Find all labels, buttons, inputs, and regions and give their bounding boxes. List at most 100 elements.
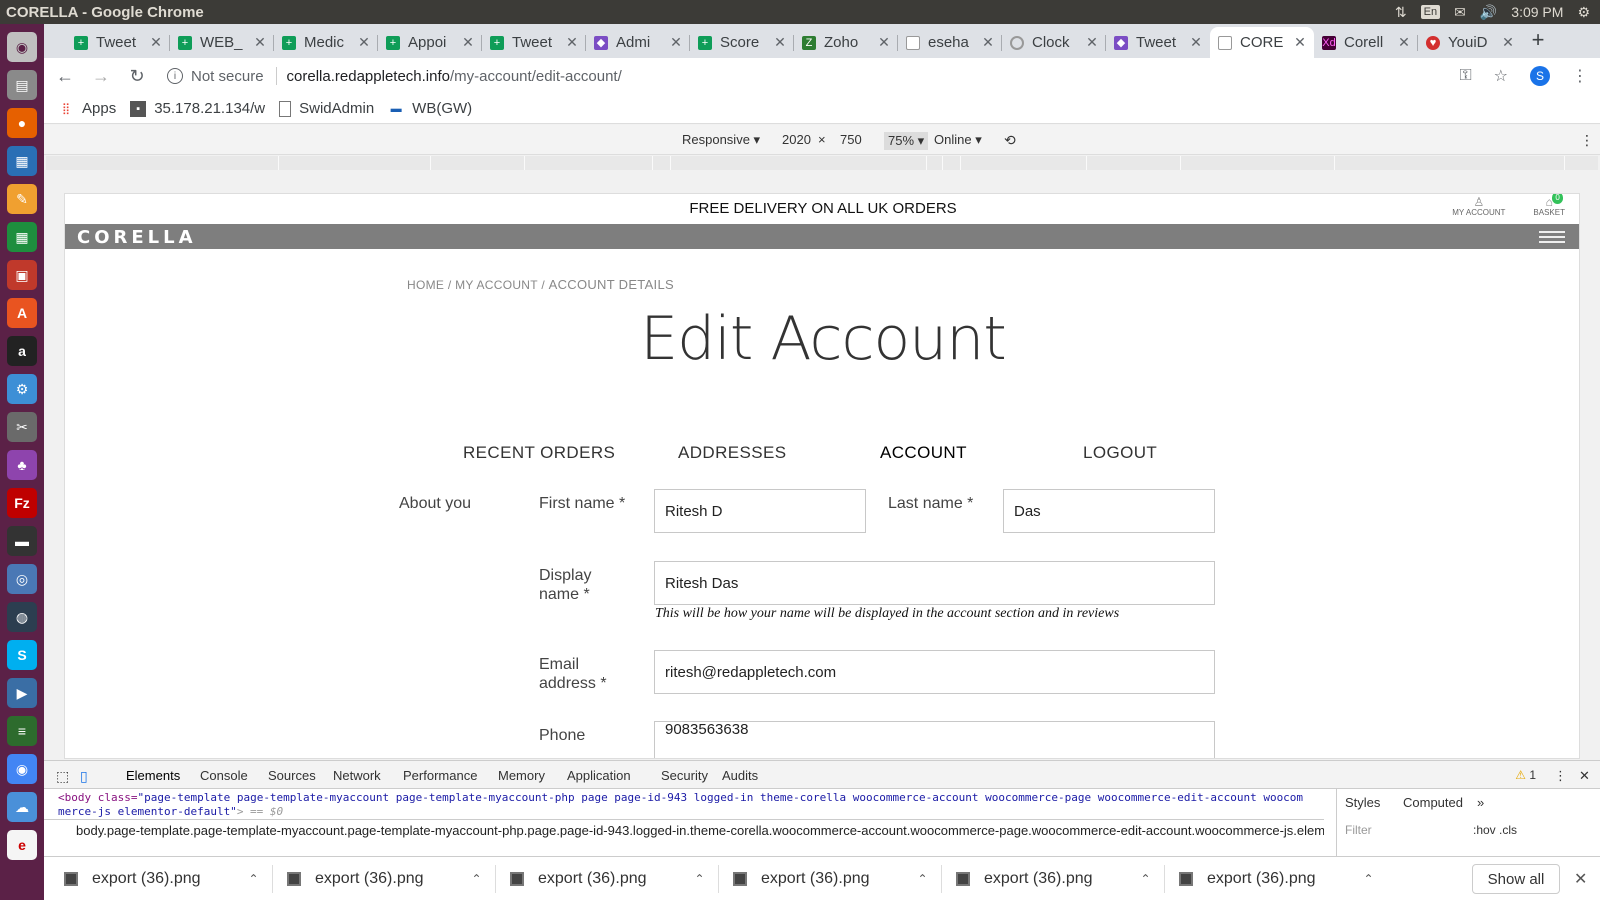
basket-link[interactable]: ⌂ 0 BASKET bbox=[1533, 194, 1565, 217]
zoom-select[interactable]: 75% ▾ bbox=[884, 132, 929, 150]
media-player-icon[interactable]: ▶ bbox=[7, 678, 37, 708]
devtools-close-icon[interactable]: ✕ bbox=[1579, 768, 1590, 784]
device-menu-kebab-icon[interactable]: ⋮ bbox=[1580, 132, 1594, 149]
browser-tab[interactable]: + Score ✕ bbox=[690, 27, 794, 58]
browser-tab[interactable]: ◆ Admi ✕ bbox=[586, 27, 690, 58]
messenger-icon[interactable]: ☁ bbox=[7, 792, 37, 822]
close-tab-icon[interactable]: ✕ bbox=[876, 34, 892, 51]
chevron-up-icon[interactable]: ⌃ bbox=[249, 872, 259, 886]
download-item[interactable]: export (36).png ⌃ bbox=[733, 857, 942, 900]
system-settings-icon[interactable]: ⚙ bbox=[7, 374, 37, 404]
device-toggle-icon[interactable]: ▯ bbox=[80, 768, 88, 785]
browser-tab[interactable]: + Tweet ✕ bbox=[66, 27, 170, 58]
chevron-up-icon[interactable]: ⌃ bbox=[695, 872, 705, 886]
close-tab-icon[interactable]: ✕ bbox=[148, 34, 164, 51]
hamburger-menu-icon[interactable] bbox=[1539, 231, 1565, 243]
tools-icon[interactable]: ✂ bbox=[7, 412, 37, 442]
corella-logo[interactable]: CORELLA bbox=[77, 227, 197, 248]
browser-tab[interactable]: + Appoi ✕ bbox=[378, 27, 482, 58]
screenshot-icon[interactable]: ◎ bbox=[7, 564, 37, 594]
bookmark-wbgw[interactable]: ▬ WB(GW) bbox=[388, 100, 472, 117]
info-icon[interactable]: i bbox=[167, 68, 183, 84]
skype-icon[interactable]: S bbox=[7, 640, 37, 670]
disc-icon[interactable]: ◍ bbox=[7, 602, 37, 632]
software-center-icon[interactable]: A bbox=[7, 298, 37, 328]
bookmark-swidadmin[interactable]: SwidAdmin bbox=[279, 100, 374, 117]
chrome-icon[interactable]: ◉ bbox=[7, 754, 37, 784]
browser-tab-active[interactable]: CORE ✕ bbox=[1210, 27, 1314, 58]
browser-tab[interactable]: ◆ Tweet ✕ bbox=[1106, 27, 1210, 58]
bookmark-ip[interactable]: ▪ 35.178.21.134/w bbox=[130, 100, 265, 117]
text-editor-icon[interactable]: ✎ bbox=[7, 184, 37, 214]
firefox-icon[interactable]: ● bbox=[7, 108, 37, 138]
dash-icon[interactable]: ◉ bbox=[7, 32, 37, 62]
viewport-height-input[interactable]: 750 bbox=[840, 132, 862, 147]
styles-tab[interactable]: Styles bbox=[1345, 795, 1380, 810]
account-nav-recent-orders[interactable]: RECENT ORDERS bbox=[463, 443, 615, 463]
account-nav-addresses[interactable]: ADDRESSES bbox=[678, 443, 786, 463]
menu-kebab-icon[interactable]: ⋮ bbox=[1572, 66, 1588, 86]
media-query-ruler[interactable] bbox=[46, 156, 1598, 170]
download-item[interactable]: export (36).png ⌃ bbox=[1179, 857, 1374, 900]
close-tab-icon[interactable]: ✕ bbox=[1396, 34, 1412, 51]
video-editor-icon[interactable]: ▬ bbox=[7, 526, 37, 556]
notes-icon[interactable]: ≡ bbox=[7, 716, 37, 746]
computed-tab[interactable]: Computed bbox=[1403, 795, 1463, 810]
close-tab-icon[interactable]: ✕ bbox=[1500, 34, 1516, 51]
account-nav-logout[interactable]: LOGOUT bbox=[1083, 443, 1157, 463]
breadcrumb-home[interactable]: HOME bbox=[407, 278, 444, 292]
close-tab-icon[interactable]: ✕ bbox=[1292, 34, 1308, 51]
rotate-icon[interactable]: ⟲ bbox=[1004, 132, 1016, 149]
chevron-up-icon[interactable]: ⌃ bbox=[918, 872, 928, 886]
dom-breadcrumb[interactable]: body.page-template.page-template-myaccou… bbox=[44, 819, 1324, 843]
download-item[interactable]: export (36).png ⌃ bbox=[64, 857, 273, 900]
browser-tab[interactable]: Xd Corell ✕ bbox=[1314, 27, 1418, 58]
last-name-input[interactable]: Das bbox=[1003, 489, 1215, 533]
device-mode-select[interactable]: Responsive ▾ bbox=[682, 132, 760, 148]
download-item[interactable]: export (36).png ⌃ bbox=[956, 857, 1165, 900]
forward-arrow-icon[interactable]: → bbox=[86, 66, 116, 87]
styles-filter-input[interactable]: Filter bbox=[1345, 823, 1372, 837]
browser-tab[interactable]: + Medic ✕ bbox=[274, 27, 378, 58]
devtools-tab-application[interactable]: Application bbox=[567, 768, 631, 783]
keyboard-language-indicator[interactable]: En bbox=[1420, 5, 1441, 19]
browser-tab[interactable]: eseha ✕ bbox=[898, 27, 1002, 58]
close-tab-icon[interactable]: ✕ bbox=[564, 34, 580, 51]
close-downloads-icon[interactable]: ✕ bbox=[1574, 869, 1587, 889]
devtools-tab-security[interactable]: Security bbox=[661, 768, 708, 783]
breadcrumb-my-account[interactable]: MY ACCOUNT bbox=[455, 278, 538, 292]
account-nav-account[interactable]: ACCOUNT bbox=[880, 443, 967, 463]
devtools-tab-performance[interactable]: Performance bbox=[403, 768, 477, 783]
devtools-menu-kebab-icon[interactable]: ⋮ bbox=[1554, 768, 1567, 784]
close-tab-icon[interactable]: ✕ bbox=[356, 34, 372, 51]
close-tab-icon[interactable]: ✕ bbox=[668, 34, 684, 51]
reload-icon[interactable]: ↻ bbox=[122, 66, 152, 87]
filezilla-icon[interactable]: Fz bbox=[7, 488, 37, 518]
address-bar[interactable]: i Not secure corella.redappletech.info/m… bbox=[159, 61, 1539, 91]
browser-tab[interactable]: + WEB_ ✕ bbox=[170, 27, 274, 58]
email-input[interactable]: ritesh@redappletech.com bbox=[654, 650, 1215, 694]
devtools-tab-sources[interactable]: Sources bbox=[268, 768, 316, 783]
close-tab-icon[interactable]: ✕ bbox=[1084, 34, 1100, 51]
amazon-icon[interactable]: a bbox=[7, 336, 37, 366]
devtools-tab-network[interactable]: Network bbox=[333, 768, 381, 783]
network-arrows-icon[interactable]: ⇅ bbox=[1395, 4, 1407, 21]
download-item[interactable]: export (36).png ⌃ bbox=[287, 857, 496, 900]
bookmark-apps[interactable]: ⣿ Apps bbox=[58, 100, 116, 117]
power-gear-icon[interactable]: ⚙ bbox=[1577, 4, 1590, 21]
my-account-link[interactable]: ♙ MY ACCOUNT bbox=[1452, 196, 1505, 217]
chevron-up-icon[interactable]: ⌃ bbox=[472, 872, 482, 886]
close-tab-icon[interactable]: ✕ bbox=[772, 34, 788, 51]
star-icon[interactable]: ☆ bbox=[1494, 66, 1508, 86]
close-tab-icon[interactable]: ✕ bbox=[980, 34, 996, 51]
game-icon[interactable]: ♣ bbox=[7, 450, 37, 480]
clock[interactable]: 3:09 PM bbox=[1511, 4, 1563, 20]
download-item[interactable]: export (36).png ⌃ bbox=[510, 857, 719, 900]
new-tab-button[interactable]: + bbox=[1524, 27, 1552, 53]
browser-tab[interactable]: Z Zoho ✕ bbox=[794, 27, 898, 58]
inspect-element-icon[interactable]: ⬚ bbox=[56, 768, 69, 785]
volume-icon[interactable]: 🔊 bbox=[1480, 4, 1497, 21]
first-name-input[interactable]: Ritesh D bbox=[654, 489, 866, 533]
impress-icon[interactable]: ▣ bbox=[7, 260, 37, 290]
app-icon[interactable]: e bbox=[7, 830, 37, 860]
